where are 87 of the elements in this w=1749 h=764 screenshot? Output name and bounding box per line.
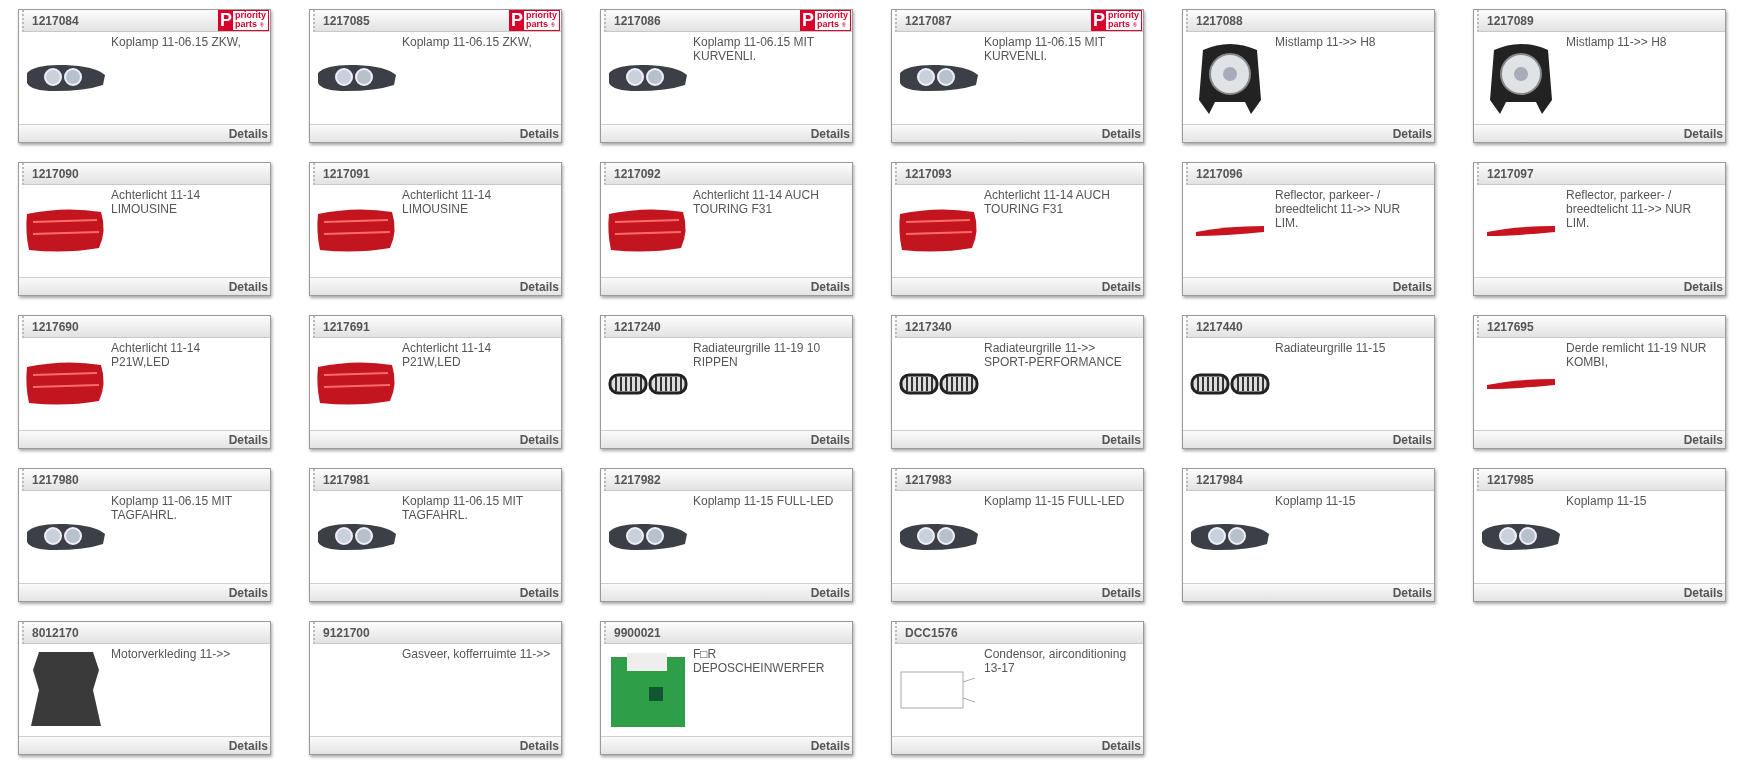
reflector-photo	[1485, 224, 1557, 238]
details-link[interactable]: Details	[1683, 585, 1725, 600]
product-description: Koplamp 11-15	[1275, 493, 1357, 510]
product-code: 1217091	[323, 166, 370, 181]
details-link[interactable]: Details	[519, 432, 561, 447]
product-code: 1217092	[614, 166, 661, 181]
product-code: 1217985	[1487, 472, 1534, 487]
product-code: 1217981	[323, 472, 370, 487]
product-description: F□R DEPOSCHEINWERFER	[693, 646, 826, 677]
product-code: 1217690	[32, 319, 79, 334]
details-link[interactable]: Details	[228, 279, 270, 294]
product-description: Achterlicht 11-14 P21W,LED	[111, 340, 202, 371]
product-code: 1217440	[1196, 319, 1243, 334]
product-description: Condensor, airconditioning 13-17	[984, 646, 1128, 677]
product-code: 1217983	[905, 472, 952, 487]
product-description: Koplamp 11-06.15 MIT KURVENLI.	[693, 34, 815, 65]
details-link[interactable]: Details	[810, 126, 852, 141]
product-description: Motorverkleding 11->>	[111, 646, 232, 663]
product-description: Achterlicht 11-14 LIMOUSINE	[111, 187, 202, 218]
product-description: Achterlicht 11-14 AUCH TOURING F31	[693, 187, 820, 218]
product-code: 1217982	[614, 472, 661, 487]
product-description: Radiateurgrille 11-19 10 RIPPEN	[693, 340, 822, 371]
product-description: Koplamp 11-15	[1566, 493, 1648, 510]
reflector-photo	[1485, 377, 1557, 391]
details-link[interactable]: Details	[519, 585, 561, 600]
details-link[interactable]: Details	[228, 432, 270, 447]
product-description: Radiateurgrille 11->> SPORT-PERFORMANCE	[984, 340, 1123, 371]
details-link[interactable]: Details	[1392, 279, 1434, 294]
details-link[interactable]: Details	[1101, 432, 1143, 447]
product-code: 1217084	[32, 13, 79, 28]
product-description: Koplamp 11-06.15 ZKW,	[111, 34, 242, 51]
product-description: Achterlicht 11-14 LIMOUSINE	[402, 187, 493, 218]
product-description: Radiateurgrille 11-15	[1275, 340, 1387, 357]
details-link[interactable]: Details	[519, 279, 561, 294]
product-code: 1217695	[1487, 319, 1534, 334]
product-code: 1217087	[905, 13, 952, 28]
details-link[interactable]: Details	[1101, 585, 1143, 600]
product-description: Mistlamp 11->> H8	[1275, 34, 1377, 51]
details-link[interactable]: Details	[1101, 126, 1143, 141]
product-code: 1217980	[32, 472, 79, 487]
product-description: Koplamp 11-15 FULL-LED	[984, 493, 1126, 510]
details-link[interactable]: Details	[1101, 279, 1143, 294]
product-description: Reflector, parkeer- / breedtelicht 11->> NUR LIM.	[1566, 187, 1693, 232]
product-description: Koplamp 11-06.15 MIT TAGFAHRL.	[402, 493, 524, 524]
product-description: Reflector, parkeer- / breedtelicht 11->> NUR LIM.	[1275, 187, 1402, 232]
product-description: Gasveer, kofferruimte 11->>	[402, 646, 552, 663]
details-link[interactable]: Details	[1101, 738, 1143, 753]
details-link[interactable]: Details	[1683, 279, 1725, 294]
product-code: 9900021	[614, 625, 661, 640]
details-link[interactable]: Details	[228, 585, 270, 600]
product-description: Derde remlicht 11-19 NUR KOMBI,	[1566, 340, 1708, 371]
product-code: 9121700	[323, 625, 370, 640]
product-code: DCC1576	[905, 625, 958, 640]
product-description: Mistlamp 11->> H8	[1566, 34, 1668, 51]
details-link[interactable]: Details	[810, 432, 852, 447]
product-code: 1217086	[614, 13, 661, 28]
product-description: Achterlicht 11-14 AUCH TOURING F31	[984, 187, 1111, 218]
product-description: Achterlicht 11-14 P21W,LED	[402, 340, 493, 371]
details-link[interactable]: Details	[228, 126, 270, 141]
product-code: 1217097	[1487, 166, 1534, 181]
details-link[interactable]: Details	[1392, 126, 1434, 141]
product-code: 1217096	[1196, 166, 1243, 181]
product-code: 1217340	[905, 319, 952, 334]
product-code: 1217093	[905, 166, 952, 181]
product-code: 1217691	[323, 319, 370, 334]
details-link[interactable]: Details	[1683, 432, 1725, 447]
product-code: 8012170	[32, 625, 79, 640]
details-link[interactable]: Details	[1683, 126, 1725, 141]
details-link[interactable]: Details	[519, 738, 561, 753]
details-link[interactable]: Details	[228, 738, 270, 753]
product-description: Koplamp 11-06.15 MIT TAGFAHRL.	[111, 493, 233, 524]
product-code: 1217090	[32, 166, 79, 181]
details-link[interactable]: Details	[519, 126, 561, 141]
product-code: 1217089	[1487, 13, 1534, 28]
product-description: Koplamp 11-15 FULL-LED	[693, 493, 835, 510]
details-link[interactable]: Details	[810, 738, 852, 753]
details-link[interactable]: Details	[810, 279, 852, 294]
details-link[interactable]: Details	[1392, 585, 1434, 600]
product-code: 1217088	[1196, 13, 1243, 28]
product-code: 1217984	[1196, 472, 1243, 487]
details-link[interactable]: Details	[810, 585, 852, 600]
product-description: Koplamp 11-06.15 MIT KURVENLI.	[984, 34, 1106, 65]
product-code: 1217085	[323, 13, 370, 28]
details-link[interactable]: Details	[1392, 432, 1434, 447]
product-description: Koplamp 11-06.15 ZKW,	[402, 34, 533, 51]
reflector-photo	[1194, 224, 1266, 238]
product-code: 1217240	[614, 319, 661, 334]
